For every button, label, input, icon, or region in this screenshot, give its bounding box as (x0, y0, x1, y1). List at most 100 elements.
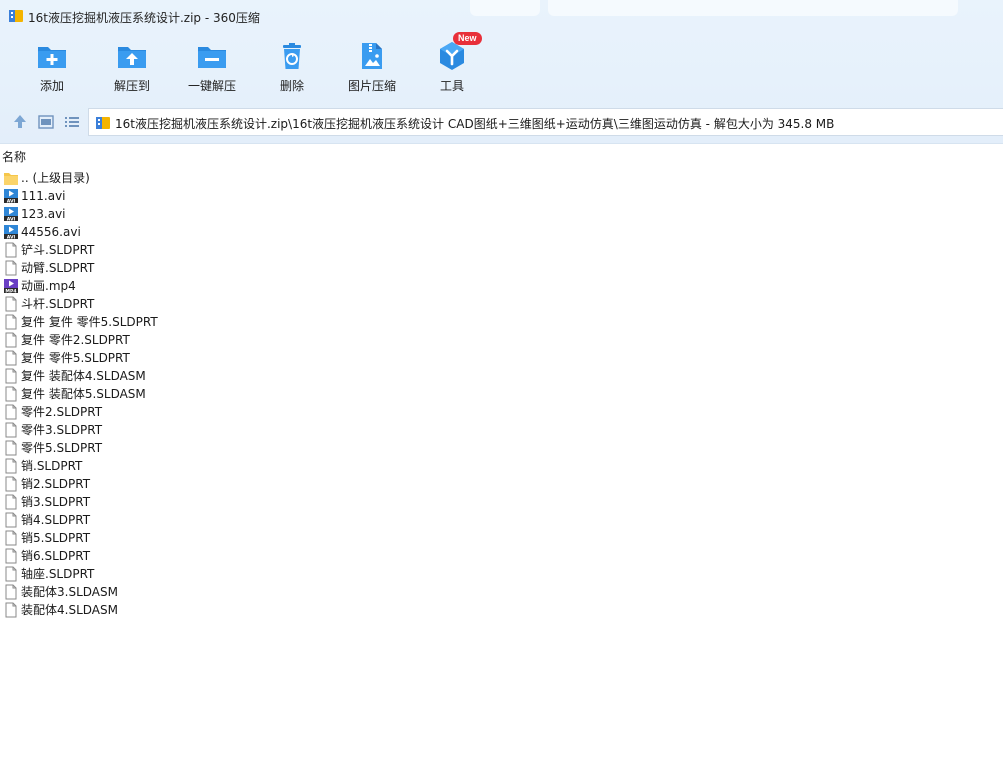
delete-bin-icon (283, 43, 301, 69)
file-icon (5, 368, 17, 384)
delete-button[interactable]: 删除 (252, 36, 332, 100)
file-name: 44556.avi (21, 225, 81, 239)
file-name: 销6.SLDPRT (21, 549, 91, 563)
toolbar: 添加 解压到 一键解压 删除 图片压缩 工具 (0, 36, 600, 100)
image-compress-icon (362, 43, 382, 69)
file-icon (5, 260, 17, 276)
extract-to-icon (118, 47, 146, 68)
file-name: 销5.SLDPRT (21, 531, 91, 545)
header-area: 16t液压挖掘机液压系统设计.zip - 360压缩 添加 解压到 一键解压 删… (0, 0, 1003, 144)
file-name: 动画.mp4 (21, 279, 76, 293)
file-row[interactable]: AVI 111.avi (0, 187, 300, 205)
file-icon (5, 386, 17, 402)
file-name: 复件 复件 零件5.SLDPRT (21, 315, 158, 329)
file-row[interactable]: 销.SLDPRT (0, 457, 300, 475)
add-button[interactable]: 添加 (12, 36, 92, 100)
file-row[interactable]: 零件3.SLDPRT (0, 421, 300, 439)
thumbnail-view-icon[interactable] (36, 112, 56, 132)
file-row[interactable]: 复件 装配体5.SLDASM (0, 385, 300, 403)
add-label: 添加 (39, 79, 64, 93)
file-name: 销4.SLDPRT (21, 513, 91, 527)
file-icon (5, 458, 17, 474)
file-icon (5, 404, 17, 420)
file-icon (5, 566, 17, 582)
file-row[interactable]: 装配体3.SLDASM (0, 583, 300, 601)
file-row[interactable]: 装配体4.SLDASM (0, 601, 300, 619)
avi-video-icon: AVI (4, 225, 18, 240)
svg-text:AVI: AVI (7, 198, 16, 204)
list-view-icon[interactable] (62, 112, 82, 132)
file-row[interactable]: AVI 44556.avi (0, 223, 300, 241)
file-row[interactable]: 复件 零件2.SLDPRT (0, 331, 300, 349)
mp4-video-icon: MP4 (4, 279, 18, 294)
file-row[interactable]: 动臂.SLDPRT (0, 259, 300, 277)
file-row[interactable]: 复件 复件 零件5.SLDPRT (0, 313, 300, 331)
file-icon (5, 314, 17, 330)
file-row[interactable]: 销4.SLDPRT (0, 511, 300, 529)
file-row[interactable]: 复件 装配体4.SLDASM (0, 367, 300, 385)
file-row[interactable]: .. (上级目录) (0, 169, 300, 187)
column-name-label: 名称 (2, 150, 27, 164)
file-name: .. (上级目录) (21, 171, 90, 185)
one-click-extract-button[interactable]: 一键解压 (172, 36, 252, 100)
file-name: 动臂.SLDPRT (21, 261, 95, 275)
file-icon (5, 494, 17, 510)
file-name: 装配体3.SLDASM (21, 585, 118, 599)
file-name: 复件 零件5.SLDPRT (21, 351, 130, 365)
one-click-extract-icon (198, 47, 226, 68)
file-name: 轴座.SLDPRT (21, 567, 95, 581)
file-list: .. (上级目录) AVI 111.avi AVI 123.avi AVI 44556.av… (0, 169, 1003, 619)
file-name: 零件3.SLDPRT (21, 423, 103, 437)
file-row[interactable]: 斗杆.SLDPRT (0, 295, 300, 313)
file-icon (5, 584, 17, 600)
file-row[interactable]: 销2.SLDPRT (0, 475, 300, 493)
file-icon (5, 512, 17, 528)
file-row[interactable]: 零件5.SLDPRT (0, 439, 300, 457)
up-level-icon[interactable] (10, 112, 30, 132)
file-icon (5, 602, 17, 618)
file-name: 零件2.SLDPRT (21, 405, 103, 419)
file-icon (5, 548, 17, 564)
one-click-extract-label: 一键解压 (187, 79, 236, 93)
file-icon (5, 422, 17, 438)
file-name: 复件 装配体4.SLDASM (21, 369, 146, 383)
file-name: 复件 零件2.SLDPRT (21, 333, 130, 347)
file-name: 销3.SLDPRT (21, 495, 91, 509)
file-row[interactable]: 销5.SLDPRT (0, 529, 300, 547)
file-name: 销.SLDPRT (21, 459, 83, 473)
file-row[interactable]: 铲斗.SLDPRT (0, 241, 300, 259)
svg-text:AVI: AVI (7, 234, 16, 240)
extract-to-button[interactable]: 解压到 (92, 36, 172, 100)
image-compress-label: 图片压缩 (347, 79, 396, 93)
title-bar: 16t液压挖掘机液压系统设计.zip - 360压缩 (0, 0, 1003, 32)
file-row[interactable]: 销6.SLDPRT (0, 547, 300, 565)
archive-app-icon (9, 10, 23, 22)
file-row[interactable]: MP4 动画.mp4 (0, 277, 300, 295)
file-icon (5, 476, 17, 492)
file-name: 111.avi (21, 189, 66, 203)
file-icon (5, 332, 17, 348)
file-row[interactable]: 复件 零件5.SLDPRT (0, 349, 300, 367)
image-compress-button[interactable]: 图片压缩 (332, 36, 412, 100)
file-row[interactable]: AVI 123.avi (0, 205, 300, 223)
file-name: 复件 装配体5.SLDASM (21, 387, 146, 401)
file-row[interactable]: 零件2.SLDPRT (0, 403, 300, 421)
archive-window: 16t液压挖掘机液压系统设计.zip - 360压缩 添加 解压到 一键解压 删… (0, 0, 1003, 770)
file-icon (5, 440, 17, 456)
file-icon (5, 242, 17, 258)
avi-video-icon: AVI (4, 207, 18, 222)
file-name: 零件5.SLDPRT (21, 441, 103, 455)
current-path: 16t液压挖掘机液压系统设计.zip\16t液压挖掘机液压系统设计 CAD图纸+… (115, 117, 835, 131)
tools-button[interactable]: 工具 (412, 36, 492, 100)
delete-label: 删除 (279, 79, 304, 93)
window-title: 16t液压挖掘机液压系统设计.zip - 360压缩 (28, 11, 260, 25)
file-name: 铲斗.SLDPRT (21, 243, 95, 257)
navigation-bar: 16t液压挖掘机液压系统设计.zip\16t液压挖掘机液压系统设计 CAD图纸+… (0, 108, 1003, 136)
folder-icon (4, 173, 18, 185)
column-header-name[interactable]: 名称 (0, 146, 1003, 164)
file-row[interactable]: 轴座.SLDPRT (0, 565, 300, 583)
archive-path-icon (96, 117, 110, 129)
path-bar[interactable]: 16t液压挖掘机液压系统设计.zip\16t液压挖掘机液压系统设计 CAD图纸+… (88, 108, 1003, 136)
file-row[interactable]: 销3.SLDPRT (0, 493, 300, 511)
file-name: 123.avi (21, 207, 66, 221)
